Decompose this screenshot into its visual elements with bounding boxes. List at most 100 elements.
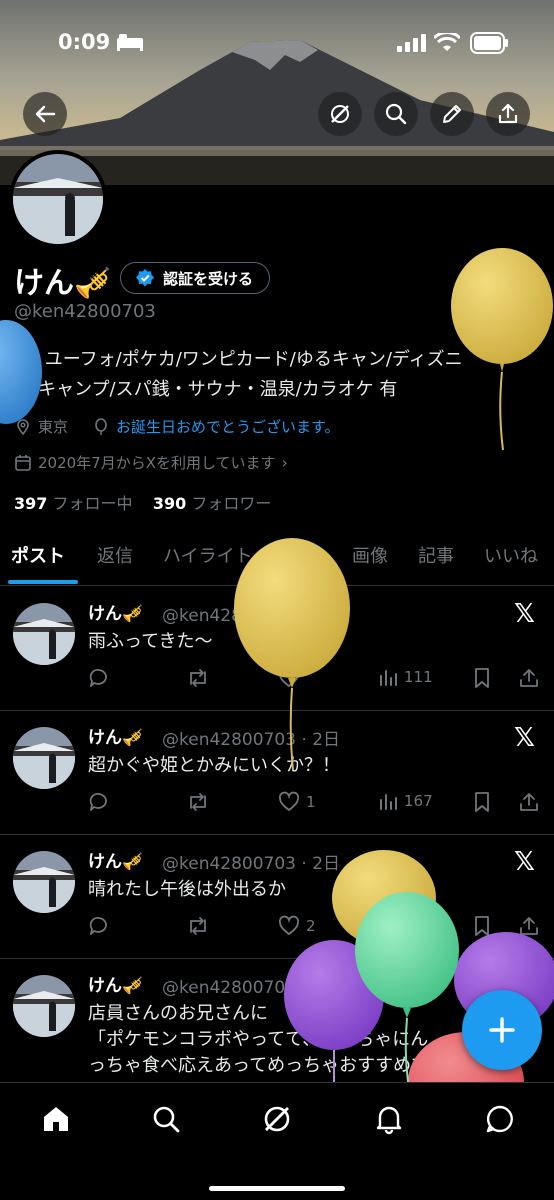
tab-images[interactable]: 画像 (352, 542, 388, 568)
follow-stats: 397 フォロー中 390 フォロワー (14, 490, 271, 514)
followers-link[interactable]: 390 フォロワー (153, 494, 272, 513)
views-button[interactable]: 120 (378, 915, 433, 935)
back-button[interactable] (23, 92, 67, 136)
tab-highlights[interactable]: ハイライト (163, 542, 253, 568)
x-logo-icon[interactable]: 𝕏 (514, 723, 535, 753)
plus-icon (489, 1017, 515, 1043)
share-icon (498, 103, 518, 124)
like-button[interactable]: 2 (278, 915, 316, 937)
profile-location: 東京 (14, 416, 68, 437)
post-author-name: けん🎺 (88, 723, 143, 748)
reply-icon (89, 793, 107, 811)
avatar-image (13, 154, 103, 244)
post-author-name: けん🎺 (88, 847, 143, 872)
views-button[interactable]: 167 (378, 791, 433, 811)
like-count: 2 (306, 917, 316, 935)
like-button[interactable] (278, 667, 306, 689)
views-chart-icon (380, 918, 397, 934)
bookmark-button[interactable] (472, 667, 492, 689)
bio-line-1: H9 ユーフォ/ポケカ/ワンピカード/ゆるキャン/ディズニ (14, 349, 463, 370)
nav-search[interactable] (148, 1101, 184, 1137)
heart-icon (278, 667, 300, 688)
tab-replies[interactable]: 返信 (97, 542, 133, 568)
post-item[interactable]: けん🎺 @ken42800703 · 2日 𝕏 超かぐや姫とかみにいくか？！ 1 167 (0, 711, 554, 835)
profile-joined[interactable]: 2020年7月からXを利用しています › (14, 452, 288, 473)
search-button[interactable] (374, 92, 418, 136)
views-button[interactable]: 111 (378, 667, 433, 687)
grok-button[interactable] (318, 92, 362, 136)
grok-icon (331, 105, 349, 123)
get-verified-button[interactable]: 認証を受ける (120, 262, 271, 294)
x-logo-icon[interactable]: 𝕏 (514, 847, 535, 877)
reply-button[interactable] (88, 915, 110, 937)
view-count: 111 (404, 668, 433, 686)
edit-button[interactable] (430, 92, 474, 136)
repost-button[interactable] (186, 915, 210, 937)
location-pin-icon (17, 418, 29, 435)
calendar-icon (15, 454, 31, 471)
wifi-icon (432, 31, 462, 57)
repost-icon (190, 793, 206, 811)
post-avatar[interactable] (13, 603, 75, 665)
post-handle-time: @ken42800703 · 2日 (162, 606, 341, 626)
post-share-button[interactable] (518, 791, 540, 813)
repost-button[interactable] (186, 667, 210, 689)
following-link[interactable]: 397 フォロー中 (14, 494, 133, 513)
share-icon (520, 669, 538, 687)
x-logo-icon[interactable]: 𝕏 (514, 599, 535, 629)
post-actions: 2 120 (0, 915, 554, 945)
bookmark-icon (475, 916, 489, 936)
home-indicator (209, 1186, 345, 1191)
nav-messages[interactable] (482, 1101, 518, 1137)
bell-icon (376, 1106, 402, 1135)
bookmark-button[interactable] (472, 915, 492, 937)
battery-icon (470, 32, 510, 58)
reply-icon (89, 669, 107, 687)
post-item[interactable]: けん🎺 @ken42800703 · 2日 𝕏 晴れたし午後は外出るか 2 120 (0, 835, 554, 959)
post-avatar[interactable] (13, 851, 75, 913)
nav-notifications[interactable] (371, 1101, 407, 1137)
profile-birthday: お誕生日おめでとうございます。 (92, 416, 340, 437)
grok-icon (264, 1106, 290, 1132)
post-text: 雨ふってきた〜 (88, 631, 213, 652)
post-avatar[interactable] (13, 727, 75, 789)
post-author-name: けん🎺 (88, 971, 143, 996)
like-button[interactable]: 1 (278, 791, 316, 813)
profile-tabs: ポスト 返信 ハイライト 動画 画像 記事 いいね (0, 530, 554, 586)
nav-grok[interactable] (259, 1101, 295, 1137)
post-author-name-text: けん🎺 (88, 852, 144, 872)
post-avatar[interactable] (13, 975, 75, 1037)
tab-likes[interactable]: いいね (484, 542, 538, 568)
share-button[interactable] (486, 92, 530, 136)
post-handle-time: @ken42800703 · 2日 (162, 730, 341, 750)
profile-avatar[interactable] (9, 150, 107, 248)
followers-label: フォロワー (191, 494, 272, 513)
reply-icon (89, 917, 107, 935)
compose-post-button[interactable] (462, 990, 542, 1070)
sleep-mode-icon (116, 32, 144, 56)
tab-posts[interactable]: ポスト (11, 542, 65, 568)
tab-articles[interactable]: 記事 (418, 542, 454, 568)
balloon-icon (95, 417, 107, 435)
bio-line-2: ー/キャンプ/スパ銭・サウナ・温泉/カラオケ 有 (14, 379, 398, 400)
chevron-right-icon: › (281, 453, 288, 472)
get-verified-label: 認証を受ける (163, 269, 254, 288)
post-author-name-text: けん🎺 (88, 604, 144, 624)
post-share-button[interactable] (518, 915, 540, 937)
status-time: 0:09 (58, 30, 111, 54)
view-count: 120 (404, 916, 433, 934)
repost-button[interactable] (186, 791, 210, 813)
nav-home[interactable] (38, 1101, 74, 1137)
post-share-button[interactable] (518, 667, 540, 689)
post-actions: 1 167 (0, 791, 554, 821)
bookmark-button[interactable] (472, 791, 492, 813)
post-item[interactable]: けん🎺 @ken42800703 · 2日 𝕏 雨ふってきた〜 111 (0, 587, 554, 711)
profile-handle: @ken42800703 (14, 301, 156, 322)
reply-button[interactable] (88, 791, 110, 813)
post-text: 晴れたし午後は外出るか (88, 879, 286, 900)
tab-videos[interactable]: 動画 (286, 542, 322, 568)
post-author-name-text: けん🎺 (88, 976, 144, 996)
back-arrow-icon (35, 105, 56, 123)
reply-button[interactable] (88, 667, 110, 689)
bookmark-icon (475, 668, 489, 688)
